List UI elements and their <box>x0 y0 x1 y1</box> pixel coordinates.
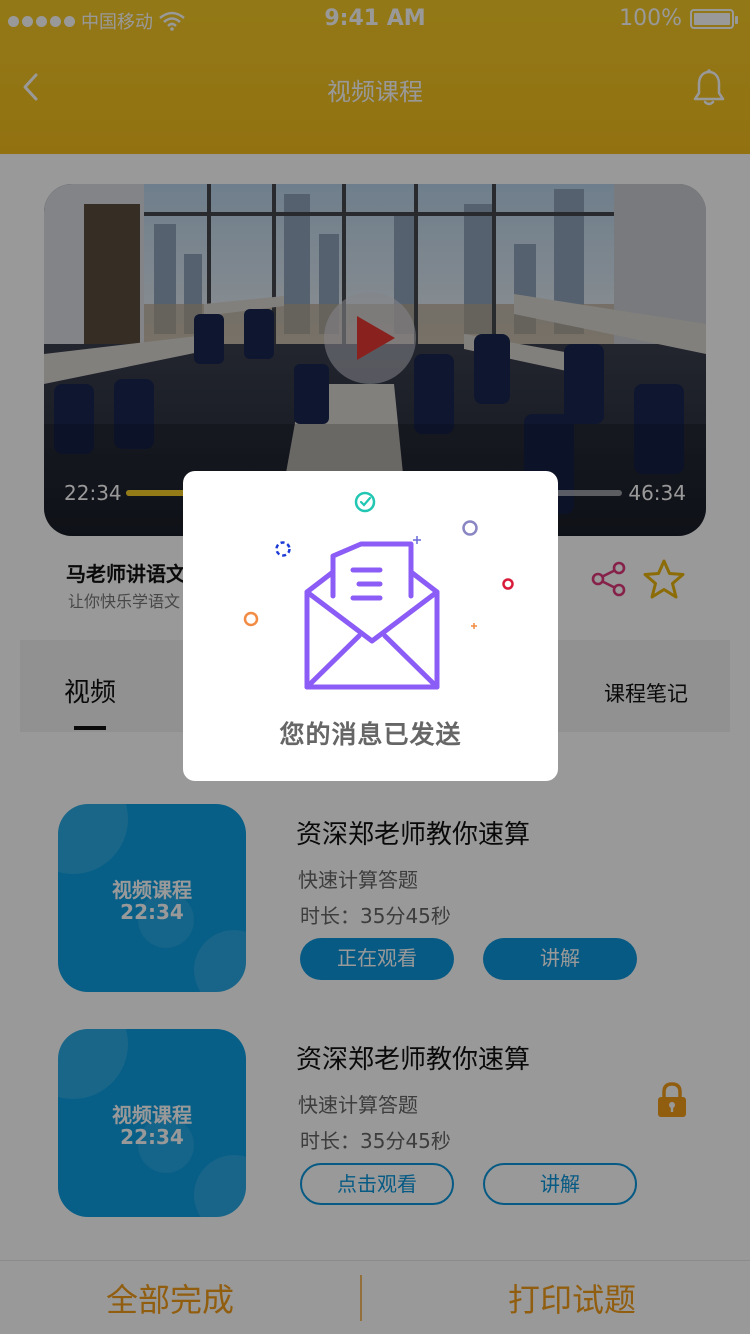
envelope-icon <box>243 491 514 690</box>
message-sent-dialog[interactable]: 您的消息已发送 <box>183 471 558 781</box>
dialog-message: 您的消息已发送 <box>279 720 462 749</box>
decoration-icons <box>243 491 514 629</box>
